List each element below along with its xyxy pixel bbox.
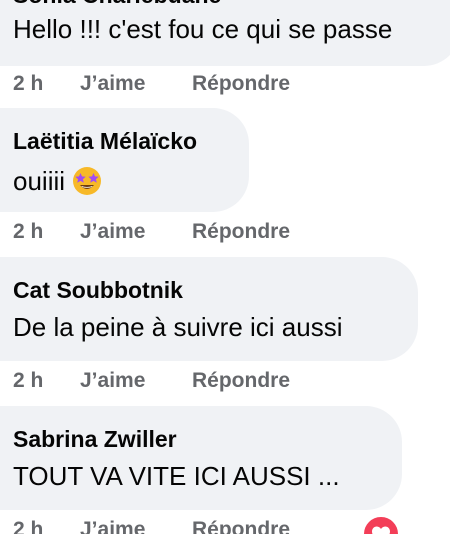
comment-bubble: Laëtitia Mélaïcko ouiiii [0,108,249,212]
like-button[interactable]: J’aime [80,369,145,393]
reply-button[interactable]: Répondre [192,518,290,534]
comment-bubble: Sabrina Zwiller TOUT VA VITE ICI AUSSI .… [0,406,402,510]
comment-author[interactable]: Cat Soubbotnik [13,277,183,303]
comment-bubble: Cat Soubbotnik De la peine à suivre ici … [0,257,418,361]
star-struck-emoji [71,164,103,202]
comment-bubble: Sonia Charlebuane Hello !!! c'est fou ce… [0,0,450,66]
like-button[interactable]: J’aime [80,220,145,244]
comment-time: 2 h [13,369,44,392]
comment-author[interactable]: Laëtitia Mélaïcko [13,128,197,154]
comment-time: 2 h [13,72,44,95]
reply-button[interactable]: Répondre [192,220,290,244]
comment-text: De la peine à suivre ici aussi [13,312,343,342]
comment-feed: Sonia Charlebuane Hello !!! c'est fou ce… [0,0,450,534]
like-button[interactable]: J’aime [80,518,145,534]
love-reaction-icon[interactable] [362,515,400,534]
comment-text: ouiiii [13,164,103,202]
reply-button[interactable]: Répondre [192,72,290,96]
reply-button[interactable]: Répondre [192,369,290,393]
comment-time: 2 h [13,220,44,243]
comment-text: TOUT VA VITE ICI AUSSI ... [13,461,340,491]
comment-author[interactable]: Sonia Charlebuane [13,0,221,8]
comment-time: 2 h [13,518,44,534]
comment-author[interactable]: Sabrina Zwiller [13,426,177,452]
comment-text: Hello !!! c'est fou ce qui se passe [13,14,393,44]
like-button[interactable]: J’aime [80,72,145,96]
comment-text-content: ouiiii [13,166,66,196]
